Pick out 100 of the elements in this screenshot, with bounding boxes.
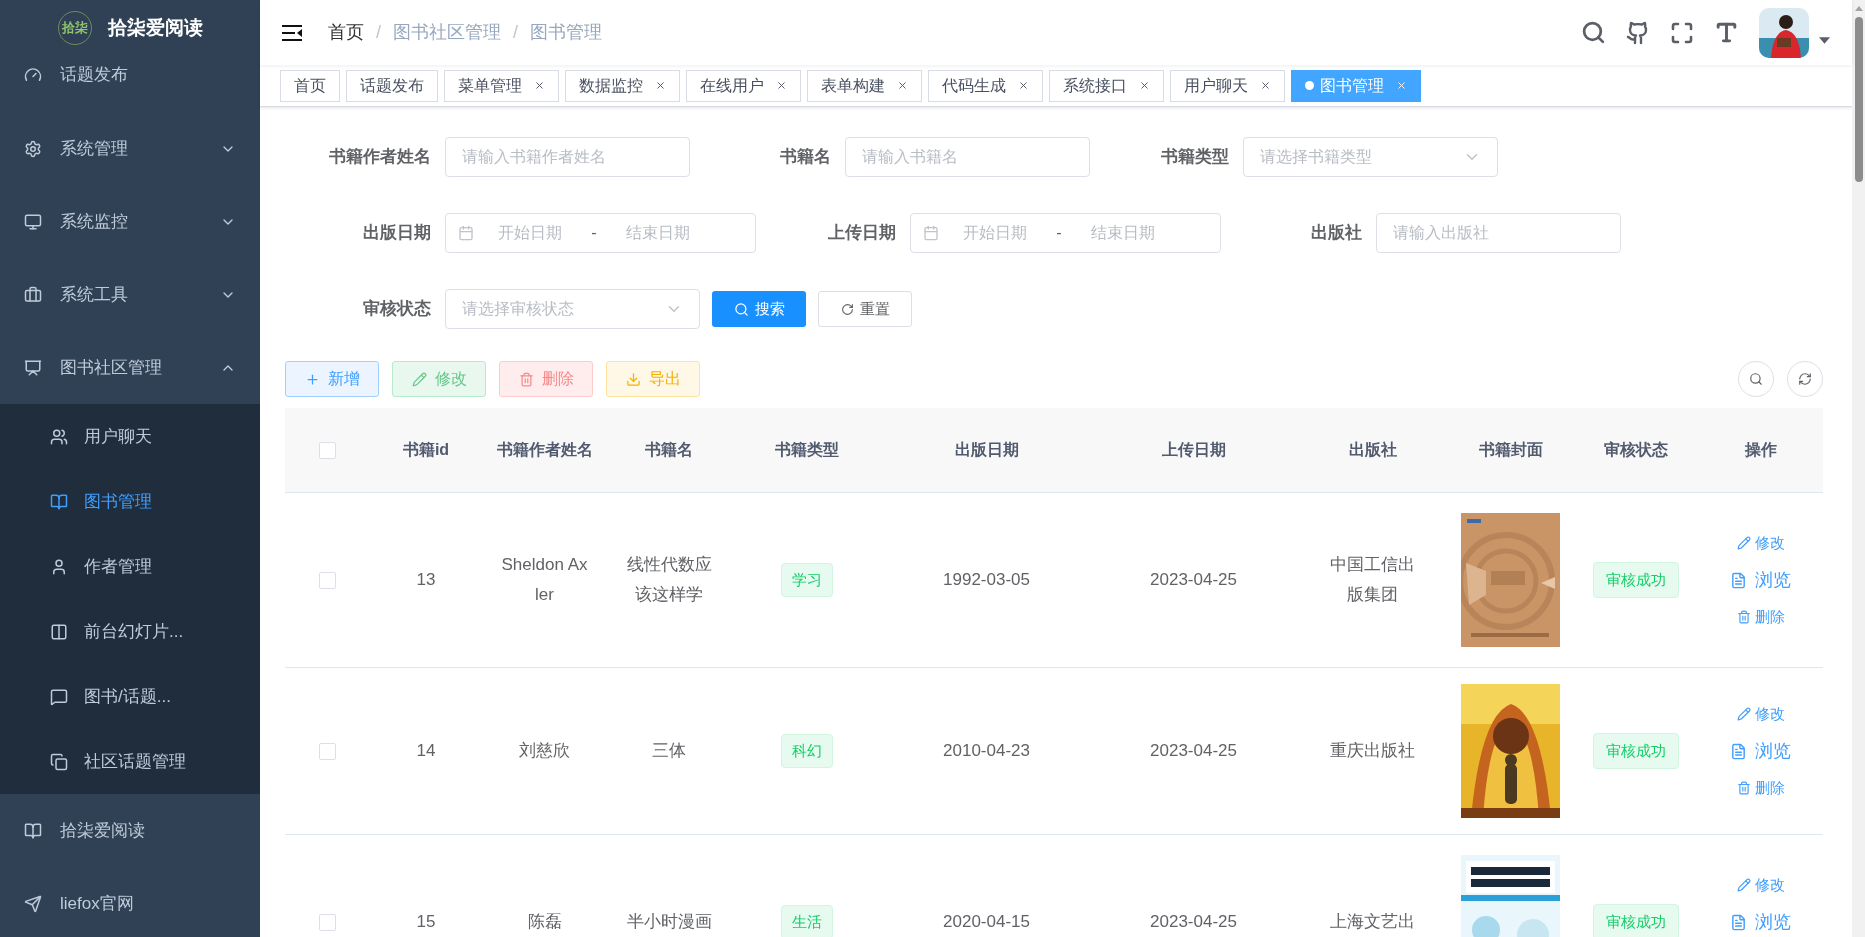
tab[interactable]: 数据监控 <box>565 69 680 102</box>
status-tag: 审核成功 <box>1592 904 1679 937</box>
date-range-field[interactable]: 开始日期 - 结束日期 <box>910 213 1221 253</box>
menu-fold-icon[interactable] <box>282 24 302 41</box>
tab[interactable]: 系统接口 <box>1049 69 1164 102</box>
tab[interactable]: 用户聊天 <box>1170 69 1285 102</box>
column-header: 上传日期 <box>1161 440 1226 460</box>
pencil-icon <box>1736 707 1751 721</box>
caret-icon[interactable] <box>1819 37 1830 44</box>
table-cell-text: 陈磊 <box>527 911 562 933</box>
book-icon <box>24 821 42 840</box>
close-icon[interactable] <box>1260 80 1271 91</box>
table-cell-text: 1992-03-05 <box>943 569 1030 591</box>
sidebar-subitem[interactable]: 图书/话题... <box>0 664 260 729</box>
presentation-icon <box>24 358 42 377</box>
text-field[interactable]: 请输入出版社 <box>1376 213 1621 253</box>
search-icon[interactable] <box>1581 20 1606 45</box>
table-cell-text: 上海文艺出 <box>1330 911 1415 933</box>
tab[interactable]: 在线用户 <box>686 69 801 102</box>
checkbox[interactable] <box>319 571 336 589</box>
table-cell-text: 15 <box>416 911 436 933</box>
checkbox[interactable] <box>319 913 336 931</box>
sidebar-item[interactable]: 系统监控 <box>0 185 260 258</box>
close-icon[interactable] <box>776 80 787 91</box>
monitor-icon <box>24 212 42 231</box>
gauge-icon <box>24 66 42 84</box>
refresh-icon <box>1798 372 1812 386</box>
sidebar-subitem[interactable]: 图书管理 <box>0 469 260 534</box>
field-label: 上传日期 <box>827 222 897 245</box>
sidebar-subitem[interactable]: 前台幻灯片... <box>0 599 260 664</box>
column-header: 书籍类型 <box>775 440 839 460</box>
field-label: 书籍名 <box>779 146 832 169</box>
pencil-icon <box>1736 536 1751 550</box>
field-label: 书籍作者姓名 <box>328 146 432 169</box>
breadcrumb-item[interactable]: 首页 <box>328 19 364 46</box>
close-icon[interactable] <box>655 80 666 91</box>
document-icon <box>1730 742 1747 760</box>
breadcrumb-separator: / <box>513 21 519 44</box>
sidebar-subitem[interactable]: 社区话题管理 <box>0 729 260 794</box>
sidebar-subitem[interactable]: 用户聊天 <box>0 404 260 469</box>
app-title: 拾柒爱阅读 <box>107 15 203 40</box>
scrollbar-thumb[interactable] <box>1854 17 1863 182</box>
send-icon <box>24 894 42 913</box>
field-label: 出版日期 <box>362 222 432 245</box>
field-label: 审核状态 <box>362 298 432 321</box>
sidebar-item[interactable]: 系统管理 <box>0 112 260 185</box>
close-icon[interactable] <box>897 80 908 91</box>
breadcrumb-item: 图书社区管理 <box>393 21 501 44</box>
column-header: 出版日期 <box>954 440 1019 460</box>
checkbox[interactable] <box>319 441 336 459</box>
document-icon <box>1730 571 1747 589</box>
font-size-icon[interactable] <box>1714 20 1739 45</box>
text-field[interactable]: 请输入书籍名 <box>845 137 1090 177</box>
copy-icon <box>50 752 68 771</box>
sidebar-item[interactable]: 话题发布 <box>0 56 260 112</box>
github-icon[interactable] <box>1626 20 1650 45</box>
table-cell-text: 线性代数应该这样学 <box>625 554 713 606</box>
pencil-icon <box>411 371 427 387</box>
table-cell-text: 14 <box>416 740 436 762</box>
close-icon[interactable] <box>1139 80 1150 91</box>
sidebar-item[interactable]: liefox官网 <box>0 867 260 937</box>
sidebar-item[interactable]: 拾柒爱阅读 <box>0 794 260 867</box>
plus-icon <box>304 371 320 387</box>
category-tag: 学习 <box>781 563 833 597</box>
field-label: 出版社 <box>1310 222 1363 245</box>
tab[interactable]: 话题发布 <box>346 69 438 102</box>
pencil-icon <box>1736 878 1751 892</box>
trash-icon <box>1736 781 1751 795</box>
sidebar-subitem[interactable]: 作者管理 <box>0 534 260 599</box>
close-icon[interactable] <box>1018 80 1029 91</box>
column-header: 操作 <box>1744 440 1777 460</box>
table-cell-text: 2023-04-25 <box>1150 569 1237 591</box>
column-header: 书籍作者姓名 <box>496 440 593 460</box>
users-icon <box>50 427 68 446</box>
breadcrumb-separator: / <box>376 21 381 44</box>
sidebar-item[interactable]: 图书社区管理 <box>0 331 260 404</box>
briefcase-icon <box>24 285 42 304</box>
settings-icon <box>24 139 42 158</box>
text-field[interactable]: 请输入书籍作者姓名 <box>445 137 690 177</box>
tab[interactable]: 首页 <box>280 69 340 102</box>
scrollbar[interactable] <box>1852 0 1865 937</box>
reset-button[interactable]: 重置 <box>818 291 912 327</box>
breadcrumb-item: 图书管理 <box>530 21 603 44</box>
status-tag: 审核成功 <box>1592 733 1679 769</box>
table-cell-text: 中国工信出版集团 <box>1329 554 1416 606</box>
sidebar-item[interactable]: 系统工具 <box>0 258 260 331</box>
avatar[interactable] <box>1759 7 1809 58</box>
trash-icon <box>518 371 534 387</box>
close-icon[interactable] <box>534 80 545 91</box>
tab[interactable]: 代码生成 <box>928 69 1043 102</box>
tab[interactable]: 菜单管理 <box>444 69 559 102</box>
fullscreen-icon[interactable] <box>1670 20 1694 45</box>
checkbox[interactable] <box>319 742 336 760</box>
column-header: 书籍封面 <box>1478 440 1543 460</box>
date-range-field[interactable]: 开始日期 - 结束日期 <box>445 213 756 253</box>
document-icon <box>1730 913 1747 931</box>
search-icon <box>1749 372 1763 386</box>
column-header: 书籍id <box>402 440 450 460</box>
table-cell-text: 2023-04-25 <box>1150 911 1237 933</box>
tab[interactable]: 表单构建 <box>807 69 922 102</box>
